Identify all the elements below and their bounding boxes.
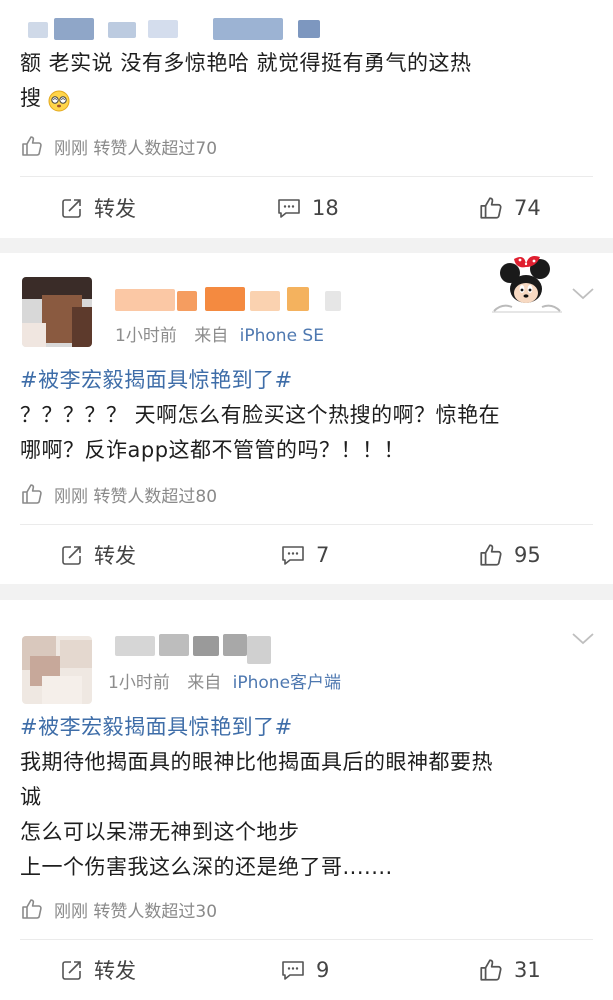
share-icon [62,546,81,565]
avatar[interactable] [22,277,92,347]
chevron-down-icon[interactable] [570,630,596,652]
post-text-line: 上一个伤害我这么深的还是绝了哥....... [20,855,393,879]
post-text-line: 我期待他揭面具的眼神比他揭面具后的眼神都要热 [20,750,493,774]
forward-button[interactable]: 转发 [60,540,136,570]
post-source: 来自 [187,673,222,693]
like-count: 31 [514,958,541,982]
avatar[interactable] [22,636,92,704]
likes-info-text: 刚刚 转赞人数超过30 [54,901,218,922]
forward-button[interactable]: 转发 [60,193,136,223]
thumb-up-icon [480,197,502,219]
post-text: 额 老实说 没有多惊艳哈 就觉得挺有勇气的这热 搜 [20,46,595,116]
post-time: 1小时前 [108,673,170,693]
post-text-line: 诚 [20,785,42,809]
comment-count: 18 [312,196,339,220]
comment-button[interactable]: 18 [276,193,339,223]
thumb-up-icon [22,484,42,504]
forward-label: 转发 [94,197,136,221]
repost-likes-info: 刚刚 转赞人数超过70 [20,133,217,159]
comment-icon [282,546,304,565]
post-text: #被李宏毅揭面具惊艳到了# ？？？？？ 天啊怎么有脸买这个热搜的啊？惊艳在 哪啊… [20,363,595,468]
username-blurred[interactable] [115,285,345,315]
post-text-line: 哪啊？反诈app这都不管管的吗？！！！ [20,438,406,462]
repost-likes-info: 刚刚 转赞人数超过30 [20,896,217,922]
post-device[interactable]: iPhone SE [240,326,324,346]
like-count: 74 [514,196,541,220]
post-card-3: 1小时前 来自 iPhone客户端 #被李宏毅揭面具惊艳到了# 我期待他揭面具的… [0,600,613,1000]
forward-label: 转发 [94,544,136,568]
likes-info-text: 刚刚 转赞人数超过80 [54,486,218,507]
comment-button[interactable]: 9 [280,955,329,985]
post-text-line: 额 老实说 没有多惊艳哈 就觉得挺有勇气的这热 [20,51,472,75]
thumb-up-icon [480,544,502,566]
minnie-mouse-sticker [492,255,562,313]
dizzy-emoji-icon [48,88,70,111]
comment-icon [278,199,300,218]
share-icon [62,961,81,980]
divider [20,939,593,940]
post-text-line-2: 搜 [20,81,595,116]
like-button[interactable]: 95 [478,540,541,570]
forward-label: 转发 [94,959,136,983]
post-time: 1小时前 [115,326,177,346]
post-meta: 1小时前 来自 iPhone SE [115,321,324,346]
repost-likes-info: 刚刚 转赞人数超过80 [20,481,217,507]
divider [20,524,593,525]
comment-count: 9 [316,958,330,982]
topic-link[interactable]: #被李宏毅揭面具惊艳到了# [20,363,595,398]
like-button[interactable]: 74 [478,193,541,223]
like-count: 95 [514,543,541,567]
post-text-line: ？？？？？ 天啊怎么有脸买这个热搜的啊？惊艳在 [20,403,501,427]
post-card-1: 额 老实说 没有多惊艳哈 就觉得挺有勇气的这热 搜 刚刚 转赞人数超过70 转发 [0,0,613,238]
username-blurred[interactable] [28,12,328,42]
thumb-up-icon [22,136,42,156]
share-icon [62,199,81,218]
comment-count: 7 [316,543,330,567]
divider [20,176,593,177]
like-button[interactable]: 31 [478,955,541,985]
post-device[interactable]: iPhone客户端 [233,673,341,693]
topic-link[interactable]: #被李宏毅揭面具惊艳到了# [20,710,595,745]
post-text: #被李宏毅揭面具惊艳到了# 我期待他揭面具的眼神比他揭面具后的眼神都要热 诚 怎… [20,710,595,885]
post-text-line: 怎么可以呆滞无神到这个地步 [20,820,300,844]
chevron-down-icon[interactable] [570,285,596,307]
comment-button[interactable]: 7 [280,540,329,570]
likes-info-text: 刚刚 转赞人数超过70 [54,138,218,159]
post-meta: 1小时前 来自 iPhone客户端 [108,668,341,693]
post-source: 来自 [194,326,229,346]
post-card-2: 1小时前 来自 iPhone SE #被李宏毅揭面具惊艳到了# ？？？？？ 天啊… [0,253,613,584]
username-blurred[interactable] [115,630,275,664]
thumb-up-icon [480,959,502,981]
forward-button[interactable]: 转发 [60,955,136,985]
thumb-up-icon [22,899,42,919]
comment-icon [282,961,304,980]
